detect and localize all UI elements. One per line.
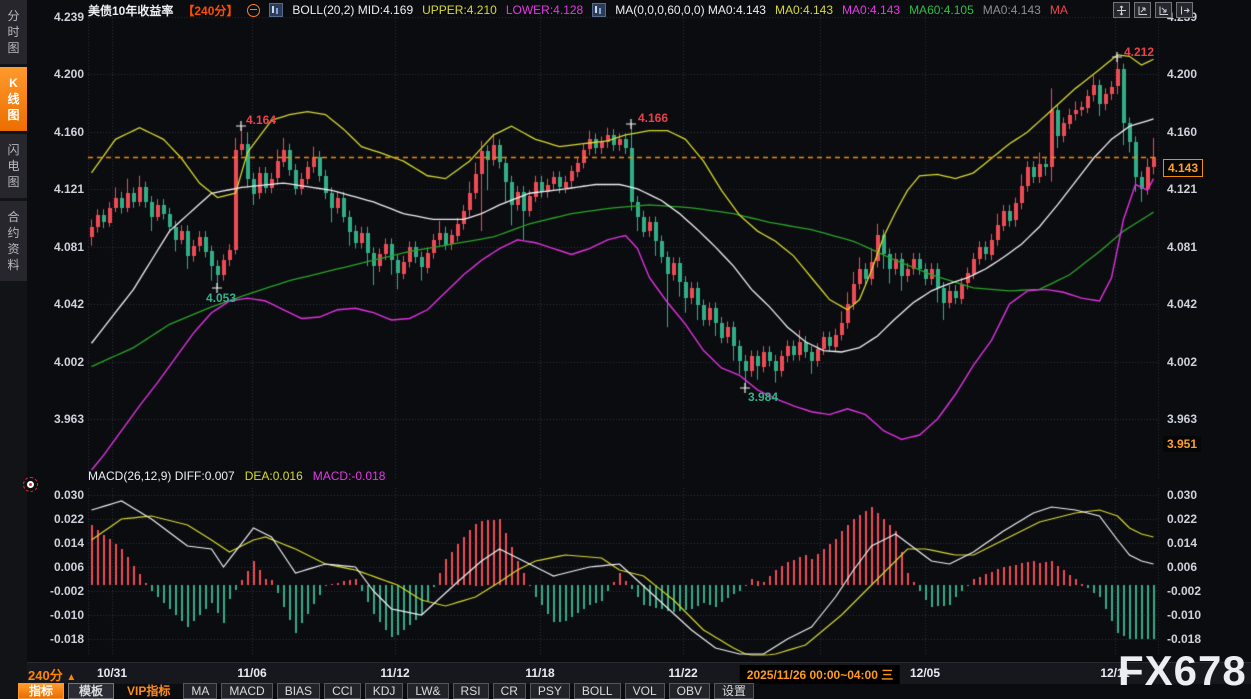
- axis-tick-label: 4.200: [28, 67, 84, 81]
- toolbar-button-OBV[interactable]: OBV: [669, 683, 710, 699]
- axis-tick-label: 4.081: [28, 240, 84, 254]
- axis-tick-label: 4.042: [1167, 297, 1197, 311]
- indicator-value: MA: [1050, 3, 1068, 17]
- scale-right-icon[interactable]: [1155, 2, 1172, 18]
- toolbar-button-BIAS[interactable]: BIAS: [277, 683, 320, 699]
- date-label: 10/31: [97, 666, 127, 680]
- toolbar-button-LW&[interactable]: LW&: [407, 683, 448, 699]
- axis-tick-label: 0.014: [1167, 536, 1197, 550]
- axis-tick-label: -0.018: [1167, 632, 1201, 646]
- current-bar-date-highlight: 2025/11/26 00:00~04:00 三: [740, 665, 900, 684]
- price-annotation: 4.053: [206, 291, 236, 305]
- sidebar-item-分时图[interactable]: 分时图: [0, 0, 27, 64]
- date-label: 11/12: [380, 666, 409, 680]
- axis-tick-label: 4.121: [1167, 182, 1197, 196]
- price-annotation: 3.984: [748, 390, 778, 404]
- indicator-value: UPPER:4.210: [422, 3, 497, 17]
- scale-left-icon[interactable]: [1134, 2, 1151, 18]
- toolbar-button-MA[interactable]: MA: [183, 683, 217, 699]
- toolbar-button-KDJ[interactable]: KDJ: [365, 683, 404, 699]
- price-annotation: 4.164: [246, 113, 276, 127]
- axis-tick-label: 4.200: [1167, 67, 1197, 81]
- kline-chart-canvas[interactable]: [0, 0, 1251, 699]
- current-price-badge: 4.143: [1163, 159, 1203, 177]
- toolbar-button-VOL[interactable]: VOL: [625, 683, 665, 699]
- date-label: 11/18: [525, 666, 554, 680]
- indicator-value: MA(0,0,0,60,0,0) MA0:4.143: [615, 3, 766, 17]
- sidebar: 分时图 K线图闪电图合约资料: [0, 0, 27, 699]
- date-axis: 10/3111/0611/1211/1811/2212/0512/112025/…: [27, 662, 1251, 684]
- indicator-icon: [592, 3, 606, 17]
- macd-header: MACD(26,12,9) DIFF:0.007 DEA:0.016 MACD:-0…: [88, 469, 385, 485]
- toolbar-button-RSI[interactable]: RSI: [453, 683, 489, 699]
- watermark: FX678: [1118, 648, 1247, 694]
- indicator-value: LOWER:4.128: [506, 3, 583, 17]
- axis-tick-label: 3.963: [28, 412, 84, 426]
- date-label: 12/05: [910, 666, 940, 680]
- chart-tools: [1113, 2, 1193, 18]
- toolbar-button-BOLL[interactable]: BOLL: [574, 683, 621, 699]
- axis-tick-label: 4.042: [28, 297, 84, 311]
- sidebar-item-闪电图[interactable]: 闪电图: [0, 134, 27, 198]
- record-dot-icon: [27, 481, 34, 488]
- low-price-badge: 3.951: [1163, 436, 1201, 452]
- axis-tick-label: 4.002: [28, 355, 84, 369]
- axis-tick-label: 4.081: [1167, 240, 1197, 254]
- axis-tick-label: 4.239: [28, 10, 84, 24]
- detach-icon[interactable]: [1176, 2, 1193, 18]
- toolbar-button-CR[interactable]: CR: [493, 683, 526, 699]
- axis-tick-label: 0.030: [28, 488, 84, 502]
- date-label: 11/06: [237, 666, 266, 680]
- axis-tick-label: 0.006: [1167, 560, 1197, 574]
- axis-tick-label: -0.010: [28, 608, 84, 622]
- axis-tick-label: -0.018: [28, 632, 84, 646]
- toolbar-button-CCI[interactable]: CCI: [324, 683, 361, 699]
- axis-tick-label: 0.030: [1167, 488, 1197, 502]
- indicator-value: MA60:4.105: [909, 3, 974, 17]
- sidebar-item-K线图[interactable]: K线图: [0, 67, 27, 131]
- axis-tick-label: 0.022: [28, 512, 84, 526]
- axis-tick-label: 4.002: [1167, 355, 1197, 369]
- crosshair-icon[interactable]: [1113, 2, 1130, 18]
- macd-indicator-value: MACD(26,12,9) DIFF:0.007: [88, 469, 235, 485]
- sidebar-item-合约资料[interactable]: 合约资料: [0, 201, 27, 281]
- record-icon[interactable]: [23, 477, 38, 492]
- indicator-header: 美债10年收益率【240分】 BOLL(20,2) MID:4.169 UPPER:…: [88, 0, 1068, 20]
- axis-tick-label: 0.014: [28, 536, 84, 550]
- toolbar-button-模板[interactable]: 模板: [68, 683, 114, 699]
- indicator-value: MA0:4.143: [842, 3, 900, 17]
- period-up-arrow: ▲: [66, 672, 76, 683]
- indicator-value: 美债10年收益率: [88, 2, 173, 19]
- toolbar-button-PSY[interactable]: PSY: [530, 683, 570, 699]
- indicator-value: 【240分】: [182, 2, 238, 19]
- price-annotation: 4.212: [1124, 45, 1154, 59]
- axis-tick-label: 0.022: [1167, 512, 1197, 526]
- period-label: 240分: [28, 668, 63, 683]
- period-selector[interactable]: 240分 ▲: [28, 665, 76, 684]
- price-annotation: 4.166: [638, 111, 668, 125]
- axis-tick-label: -0.002: [1167, 584, 1201, 598]
- toolbar-button-指标[interactable]: 指标: [18, 683, 64, 699]
- indicator-value: MA0:4.143: [775, 3, 833, 17]
- macd-indicator-value: DEA:0.016: [245, 469, 303, 485]
- axis-tick-label: 0.006: [28, 560, 84, 574]
- indicator-toolbar: 指标模板VIP指标MAMACD BIASCCIKDJLW&RSICRPSYBOLL…: [18, 683, 754, 699]
- toolbar-button-MACD[interactable]: MACD: [221, 683, 272, 699]
- indicator-icon: [269, 3, 283, 17]
- collapse-icon[interactable]: [247, 4, 260, 17]
- axis-tick-label: -0.010: [1167, 608, 1201, 622]
- date-label: 11/22: [668, 666, 697, 680]
- axis-tick-label: 4.160: [1167, 125, 1197, 139]
- axis-tick-label: 4.160: [28, 125, 84, 139]
- axis-tick-label: -0.002: [28, 584, 84, 598]
- indicator-value: BOLL(20,2) MID:4.169: [292, 3, 413, 17]
- toolbar-button-设置[interactable]: 设置: [714, 683, 754, 699]
- axis-tick-label: 4.121: [28, 182, 84, 196]
- axis-tick-label: 3.963: [1167, 412, 1197, 426]
- macd-indicator-value: MACD:-0.018: [313, 469, 386, 485]
- indicator-value: MA0:4.143: [983, 3, 1041, 17]
- trading-terminal: 分时图 K线图闪电图合约资料 美债10年收益率【240分】 BOLL(20,2) M…: [0, 0, 1251, 699]
- toolbar-button-VIP指标[interactable]: VIP指标: [118, 683, 179, 699]
